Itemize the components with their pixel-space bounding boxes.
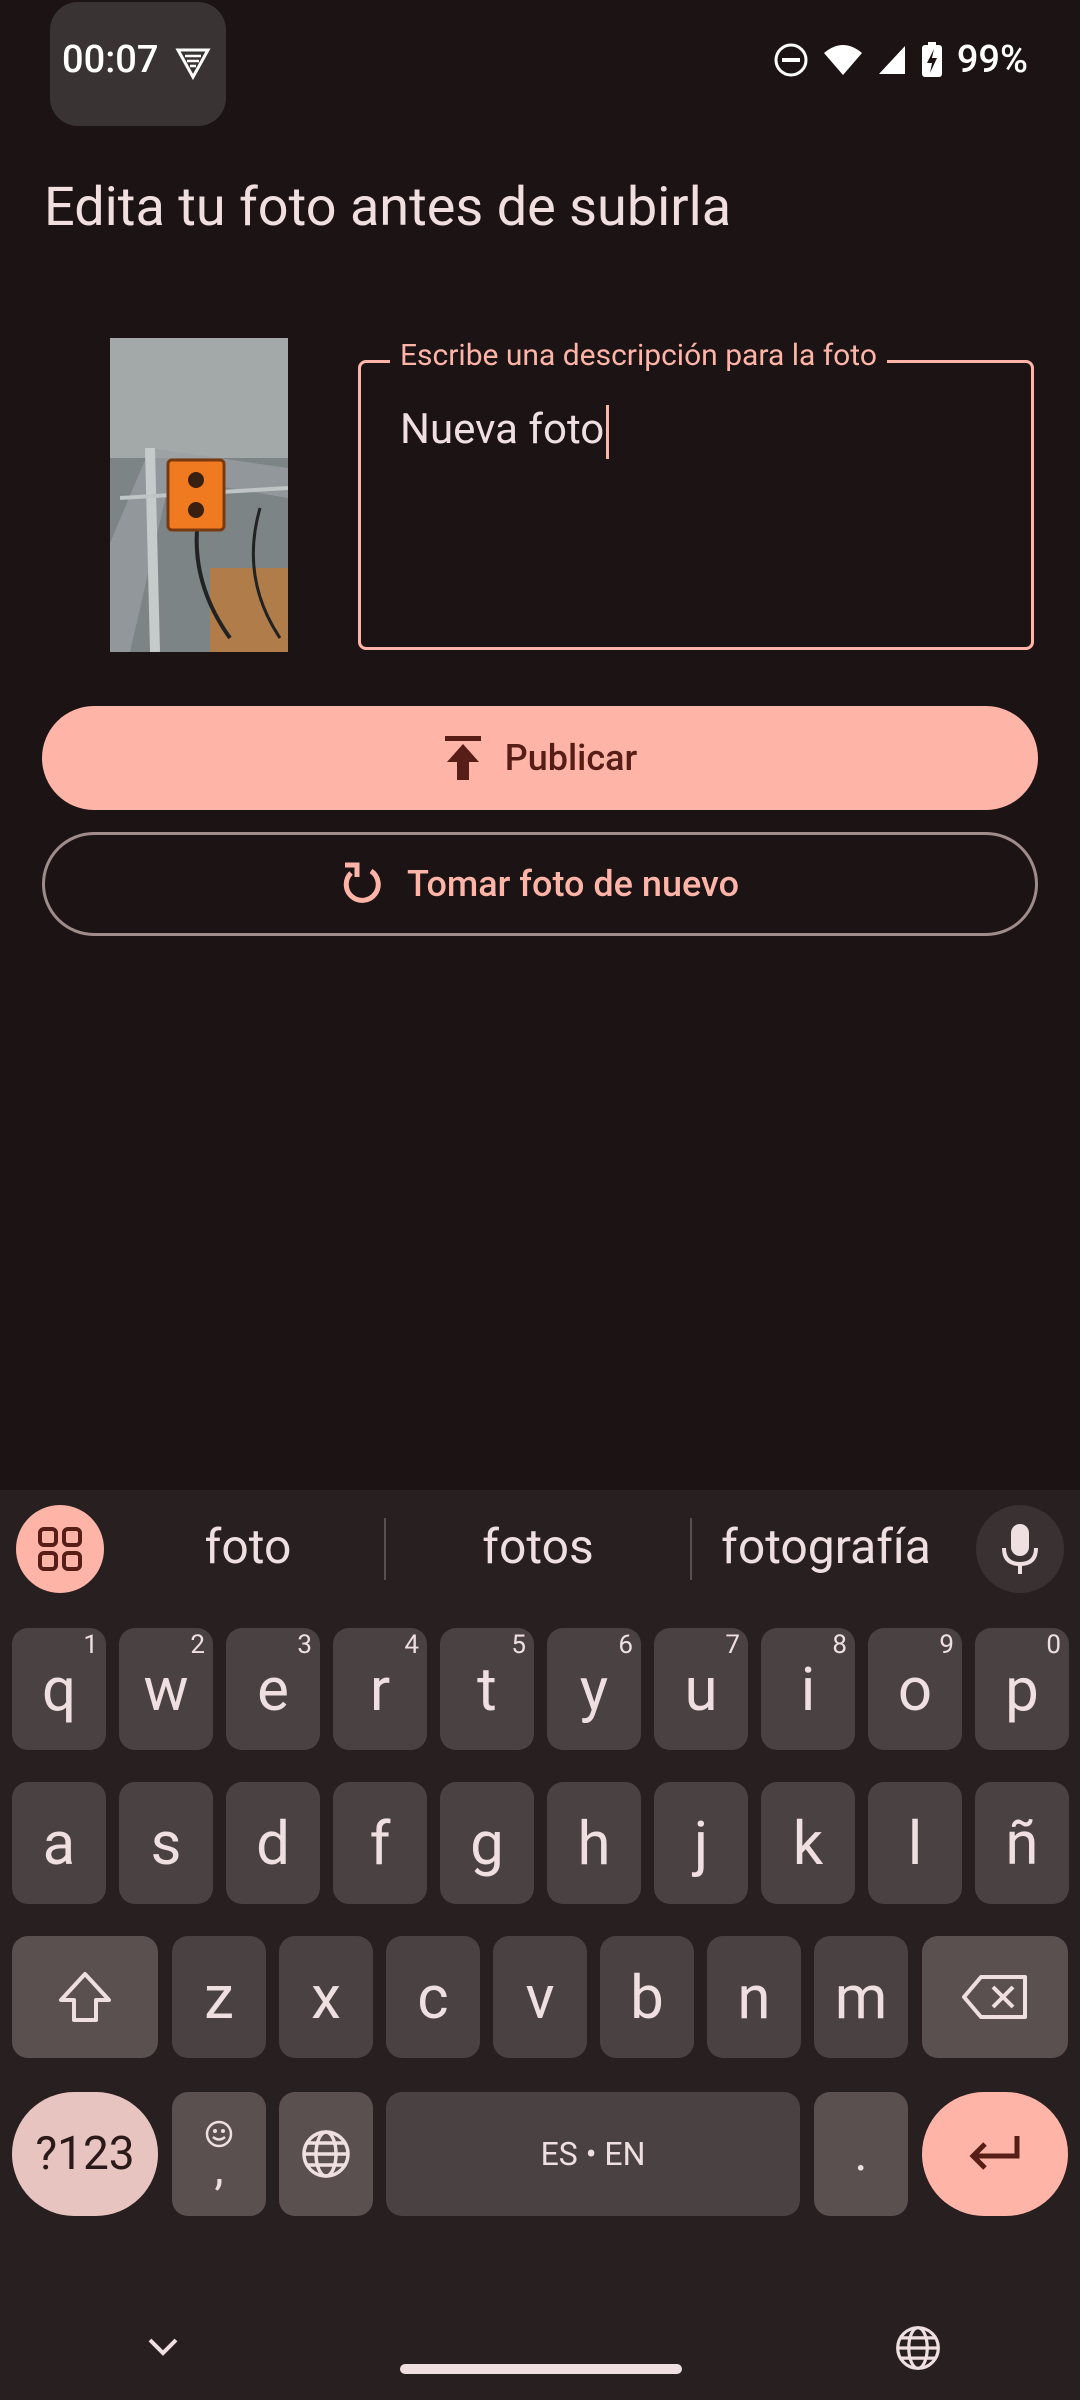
key-r[interactable]: r4: [333, 1628, 427, 1750]
battery-percent: 99%: [956, 38, 1028, 82]
key-l[interactable]: l: [868, 1782, 962, 1904]
refresh-icon: [343, 862, 381, 903]
key-m[interactable]: m: [814, 1936, 908, 2058]
key-label: w: [143, 1653, 189, 1725]
language-globe-icon[interactable]: [894, 2324, 942, 2372]
key-hint: 5: [511, 1630, 526, 1660]
key-z[interactable]: z: [172, 1936, 266, 2058]
microphone-icon: [1002, 1524, 1038, 1574]
key-hint: 1: [83, 1630, 98, 1660]
key-v[interactable]: v: [493, 1936, 587, 2058]
key-d[interactable]: d: [226, 1782, 320, 1904]
backspace-key[interactable]: [922, 1936, 1068, 2058]
globe-icon: [302, 2130, 350, 2178]
key-o[interactable]: o9: [868, 1628, 962, 1750]
page-title: Edita tu foto antes de subirla: [44, 176, 732, 239]
shift-icon: [59, 1972, 111, 2022]
status-bar: 00:07 99%: [0, 0, 1080, 130]
backspace-icon: [962, 1975, 1027, 2019]
key-c[interactable]: c: [386, 1936, 480, 2058]
description-input[interactable]: Nueva foto: [400, 405, 610, 459]
key-hint: 3: [297, 1630, 312, 1660]
photo-preview-image: [110, 338, 288, 652]
key-a[interactable]: a: [12, 1782, 106, 1904]
key-hint: 8: [832, 1630, 847, 1660]
key-hint: 0: [1046, 1630, 1061, 1660]
text-cursor: [606, 405, 610, 459]
emoji-comma-key[interactable]: ,: [172, 2092, 266, 2216]
key-u[interactable]: u7: [654, 1628, 748, 1750]
key-y[interactable]: y6: [547, 1628, 641, 1750]
keyboard-apps-button[interactable]: [16, 1505, 104, 1593]
key-label: u: [684, 1653, 718, 1725]
key-label: o: [897, 1653, 933, 1725]
key-label: p: [1005, 1653, 1039, 1725]
vpn-shield-icon: [175, 48, 211, 81]
key-j[interactable]: j: [654, 1782, 748, 1904]
key-f[interactable]: f: [333, 1782, 427, 1904]
key-label: q: [41, 1653, 77, 1725]
hide-keyboard-chevron-icon[interactable]: [146, 2336, 180, 2358]
space-key[interactable]: ES • EN: [386, 2092, 800, 2216]
key-label: r: [369, 1653, 391, 1725]
suggestion-divider: [690, 1518, 692, 1580]
suggestion-1[interactable]: foto: [130, 1518, 366, 1575]
shift-key[interactable]: [12, 1936, 158, 2058]
key-label: y: [579, 1653, 609, 1725]
grid-icon: [38, 1527, 82, 1571]
publish-button[interactable]: Publicar: [42, 706, 1038, 810]
key-hint: 9: [939, 1630, 954, 1660]
language-key[interactable]: [279, 2092, 373, 2216]
key-w[interactable]: w2: [119, 1628, 213, 1750]
do-not-disturb-icon: [774, 43, 808, 77]
key-h[interactable]: h: [547, 1782, 641, 1904]
suggestion-bar: foto fotos fotografía: [0, 1490, 1080, 1600]
retake-photo-button[interactable]: Tomar foto de nuevo: [42, 832, 1038, 936]
key-e[interactable]: e3: [226, 1628, 320, 1750]
key-n-tilde[interactable]: ñ: [975, 1782, 1069, 1904]
key-hint: 4: [404, 1630, 419, 1660]
period-key[interactable]: .: [814, 2092, 908, 2216]
key-label: e: [257, 1653, 289, 1725]
upload-icon: [444, 736, 481, 780]
key-q[interactable]: q1: [12, 1628, 106, 1750]
key-n[interactable]: n: [707, 1936, 801, 2058]
key-g[interactable]: g: [440, 1782, 534, 1904]
key-hint: 7: [725, 1630, 740, 1660]
publish-button-label: Publicar: [504, 737, 638, 779]
key-i[interactable]: i8: [761, 1628, 855, 1750]
key-s[interactable]: s: [119, 1782, 213, 1904]
key-t[interactable]: t5: [440, 1628, 534, 1750]
wifi-icon: [823, 45, 862, 75]
signal-icon: [878, 46, 905, 74]
suggestion-divider: [384, 1518, 386, 1580]
description-text: Nueva foto: [400, 405, 605, 455]
enter-arrow-icon: [969, 2136, 1020, 2170]
battery-charging-icon: [921, 42, 942, 77]
voice-input-button[interactable]: [976, 1505, 1064, 1593]
key-k[interactable]: k: [761, 1782, 855, 1904]
comma-label: ,: [214, 2142, 224, 2196]
photo-preview[interactable]: [110, 338, 288, 652]
key-p[interactable]: p0: [975, 1628, 1069, 1750]
key-hint: 2: [190, 1630, 205, 1660]
home-gesture-handle[interactable]: [400, 2364, 682, 2374]
retake-button-label: Tomar foto de nuevo: [406, 863, 740, 905]
description-field-label: Escribe una descripción para la foto: [390, 338, 887, 373]
suggestion-3[interactable]: fotografía: [706, 1518, 946, 1575]
status-time: 00:07: [62, 38, 159, 82]
key-x[interactable]: x: [279, 1936, 373, 2058]
enter-key[interactable]: [922, 2092, 1068, 2216]
key-label: t: [477, 1653, 497, 1725]
status-icons: 99%: [773, 38, 1028, 82]
symbols-key[interactable]: ?123: [12, 2092, 158, 2216]
key-hint: 6: [618, 1630, 633, 1660]
navigation-bar: [0, 2260, 1080, 2400]
suggestion-2[interactable]: fotos: [420, 1518, 656, 1575]
key-b[interactable]: b: [600, 1936, 694, 2058]
key-label: i: [800, 1653, 816, 1725]
description-field[interactable]: [358, 360, 1034, 650]
